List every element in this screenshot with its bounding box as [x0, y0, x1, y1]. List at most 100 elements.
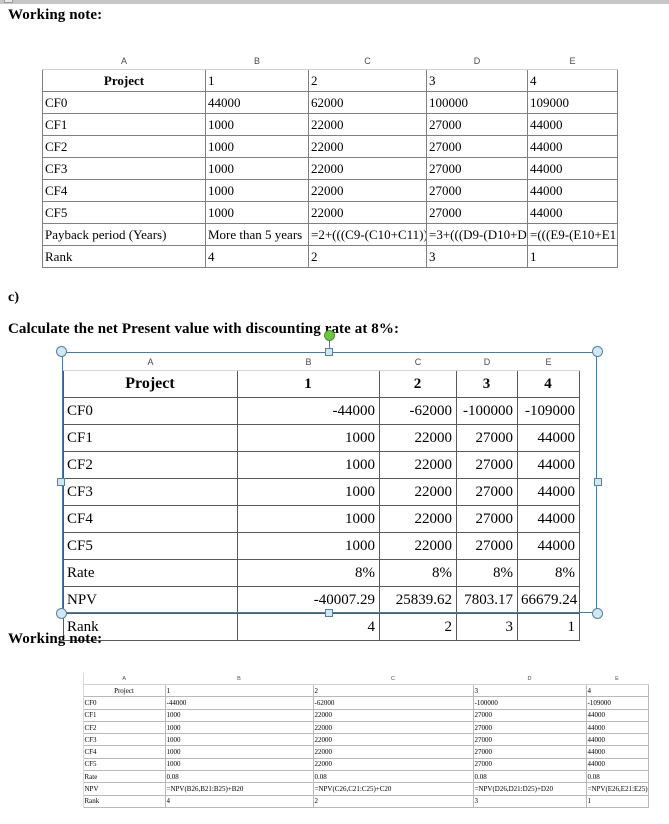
cell-r8-c4[interactable]: =(((E9-(E10+E11))/E12)) [527, 223, 618, 246]
column-header-d[interactable]: D [473, 673, 586, 685]
cell-r7-c1[interactable]: 1000 [237, 532, 380, 560]
cell-r2-c1[interactable]: -44000 [164, 696, 314, 710]
cell-r1-c4[interactable]: 4 [517, 370, 580, 398]
column-header-b[interactable]: B [237, 353, 380, 371]
cell-r4-c2[interactable]: 22000 [312, 720, 474, 735]
resize-handle-bottom-right[interactable] [592, 608, 603, 619]
cell-r6-c3[interactable]: 27000 [472, 745, 587, 759]
cell-r1-c1[interactable]: 1 [164, 683, 314, 698]
cell-r3-c3[interactable]: 27000 [472, 708, 587, 722]
cell-r9-c2[interactable]: 25839.62 [379, 586, 457, 614]
cell-r4-c1[interactable]: 1000 [164, 720, 314, 735]
cell-r10-c3[interactable]: 3 [472, 794, 587, 808]
cell-label-cf4[interactable]: CF4 [63, 505, 238, 533]
cell-r1-c1[interactable]: 1 [205, 69, 309, 92]
cell-r2-c4[interactable]: -109000 [585, 696, 649, 710]
cell-r3-c2[interactable]: 22000 [379, 424, 457, 452]
cell-label-cf5[interactable]: CF5 [82, 757, 166, 772]
cell-r4-c1[interactable]: 1000 [237, 451, 380, 479]
column-header-c[interactable]: C [379, 353, 457, 371]
cell-r10-c4[interactable]: 1 [585, 794, 649, 808]
cell-label-project[interactable]: Project [63, 370, 238, 398]
cell-r3-c3[interactable]: 27000 [426, 113, 528, 136]
cell-r1-c1[interactable]: 1 [237, 370, 380, 398]
cell-r4-c4[interactable]: 44000 [527, 135, 618, 158]
cell-r10-c2[interactable]: 2 [312, 794, 474, 808]
cell-r10-c2[interactable]: 2 [379, 613, 457, 641]
cell-r9-c2[interactable]: =NPV(C26,C21:C25)+C20 [312, 782, 474, 796]
cell-r8-c4[interactable]: 0.08 [585, 770, 649, 784]
cell-r4-c2[interactable]: 22000 [308, 135, 427, 158]
cell-r3-c1[interactable]: 1000 [205, 113, 309, 136]
cell-r1-c3[interactable]: 3 [426, 69, 528, 92]
cell-r2-c4[interactable]: -109000 [517, 397, 580, 425]
cell-r8-c2[interactable]: 0.08 [312, 770, 474, 784]
cell-r7-c1[interactable]: 1000 [205, 201, 309, 224]
cell-r4-c3[interactable]: 27000 [456, 451, 518, 479]
cell-label-npv[interactable]: NPV [63, 586, 238, 614]
cell-r3-c3[interactable]: 27000 [456, 424, 518, 452]
cell-label-cf1[interactable]: CF1 [82, 708, 166, 722]
cell-label-cf5[interactable]: CF5 [63, 532, 238, 560]
cell-r1-c3[interactable]: 3 [456, 370, 518, 398]
cell-r9-c1[interactable]: =NPV(B26,B21:B25)+B20 [164, 782, 314, 796]
cell-r6-c1[interactable]: 1000 [164, 745, 314, 759]
cell-r3-c4[interactable]: 44000 [527, 113, 618, 136]
cell-r4-c3[interactable]: 27000 [472, 720, 587, 735]
cell-r9-c3[interactable]: =NPV(D26,D21:D25)+D20 [472, 782, 587, 796]
cell-label-cf0[interactable]: CF0 [42, 91, 206, 114]
cell-r8-c1[interactable]: 0.08 [164, 770, 314, 784]
resize-handle-bottom-left[interactable] [56, 608, 67, 619]
column-header-e[interactable]: E [517, 353, 580, 371]
cell-r8-c1[interactable]: More than 5 years [205, 223, 309, 246]
cell-label-cf5[interactable]: CF5 [42, 201, 206, 224]
column-header-e[interactable]: E [527, 52, 618, 70]
cell-r6-c1[interactable]: 1000 [205, 179, 309, 202]
cell-label-npv[interactable]: NPV [82, 782, 166, 796]
column-header-b[interactable]: B [165, 673, 313, 685]
cell-label-cf1[interactable]: CF1 [63, 424, 238, 452]
cell-r8-c3[interactable]: =3+(((D9-(D10+D11+D12))/D13)) [426, 223, 528, 246]
cell-label-cf2[interactable]: CF2 [82, 720, 166, 735]
resize-handle-top-right[interactable] [592, 346, 603, 357]
cell-r8-c1[interactable]: 8% [237, 559, 380, 587]
cell-r9-c1[interactable]: 4 [205, 245, 309, 268]
cell-r1-c4[interactable]: 4 [585, 683, 649, 698]
cell-r7-c3[interactable]: 27000 [456, 532, 518, 560]
cell-r2-c3[interactable]: -100000 [472, 696, 587, 710]
cell-r7-c2[interactable]: 22000 [379, 532, 457, 560]
cell-r2-c2[interactable]: -62000 [312, 696, 474, 710]
cell-r5-c4[interactable]: 44000 [517, 478, 580, 506]
cell-label-project[interactable]: Project [82, 683, 166, 698]
cell-r5-c1[interactable]: 1000 [237, 478, 380, 506]
cell-r3-c2[interactable]: 22000 [308, 113, 427, 136]
column-header-a[interactable]: A [42, 52, 206, 70]
cell-label-rate[interactable]: Rate [63, 559, 238, 587]
cell-r2-c2[interactable]: -62000 [379, 397, 457, 425]
cell-r3-c4[interactable]: 44000 [517, 424, 580, 452]
cell-r9-c3[interactable]: 3 [426, 245, 528, 268]
rotation-handle[interactable] [324, 330, 335, 341]
cell-r4-c2[interactable]: 22000 [379, 451, 457, 479]
cell-r8-c4[interactable]: 8% [517, 559, 580, 587]
cell-r2-c1[interactable]: 44000 [205, 91, 309, 114]
cell-label-cf4[interactable]: CF4 [42, 179, 206, 202]
cell-r1-c4[interactable]: 4 [527, 69, 618, 92]
cell-r10-c3[interactable]: 3 [456, 613, 518, 641]
resize-handle-middle-left[interactable] [57, 478, 65, 486]
cell-label-rank[interactable]: Rank [82, 794, 166, 808]
column-header-c[interactable]: C [308, 52, 427, 70]
cell-r1-c2[interactable]: 2 [379, 370, 457, 398]
column-header-a[interactable]: A [83, 673, 165, 685]
resize-handle-top-center[interactable] [325, 348, 333, 356]
cell-label-rank[interactable]: Rank [42, 245, 206, 268]
resize-handle-middle-right[interactable] [594, 478, 602, 486]
cell-label-rate[interactable]: Rate [82, 770, 166, 784]
cell-label-cf2[interactable]: CF2 [63, 451, 238, 479]
cell-r5-c2[interactable]: 22000 [379, 478, 457, 506]
cell-r9-c4[interactable]: =NPV(E26,E21:E25)+E20 [585, 782, 649, 796]
cell-r6-c1[interactable]: 1000 [237, 505, 380, 533]
cell-r7-c2[interactable]: 22000 [312, 757, 474, 772]
cell-r3-c4[interactable]: 44000 [585, 708, 649, 722]
cell-r5-c3[interactable]: 27000 [472, 733, 587, 747]
